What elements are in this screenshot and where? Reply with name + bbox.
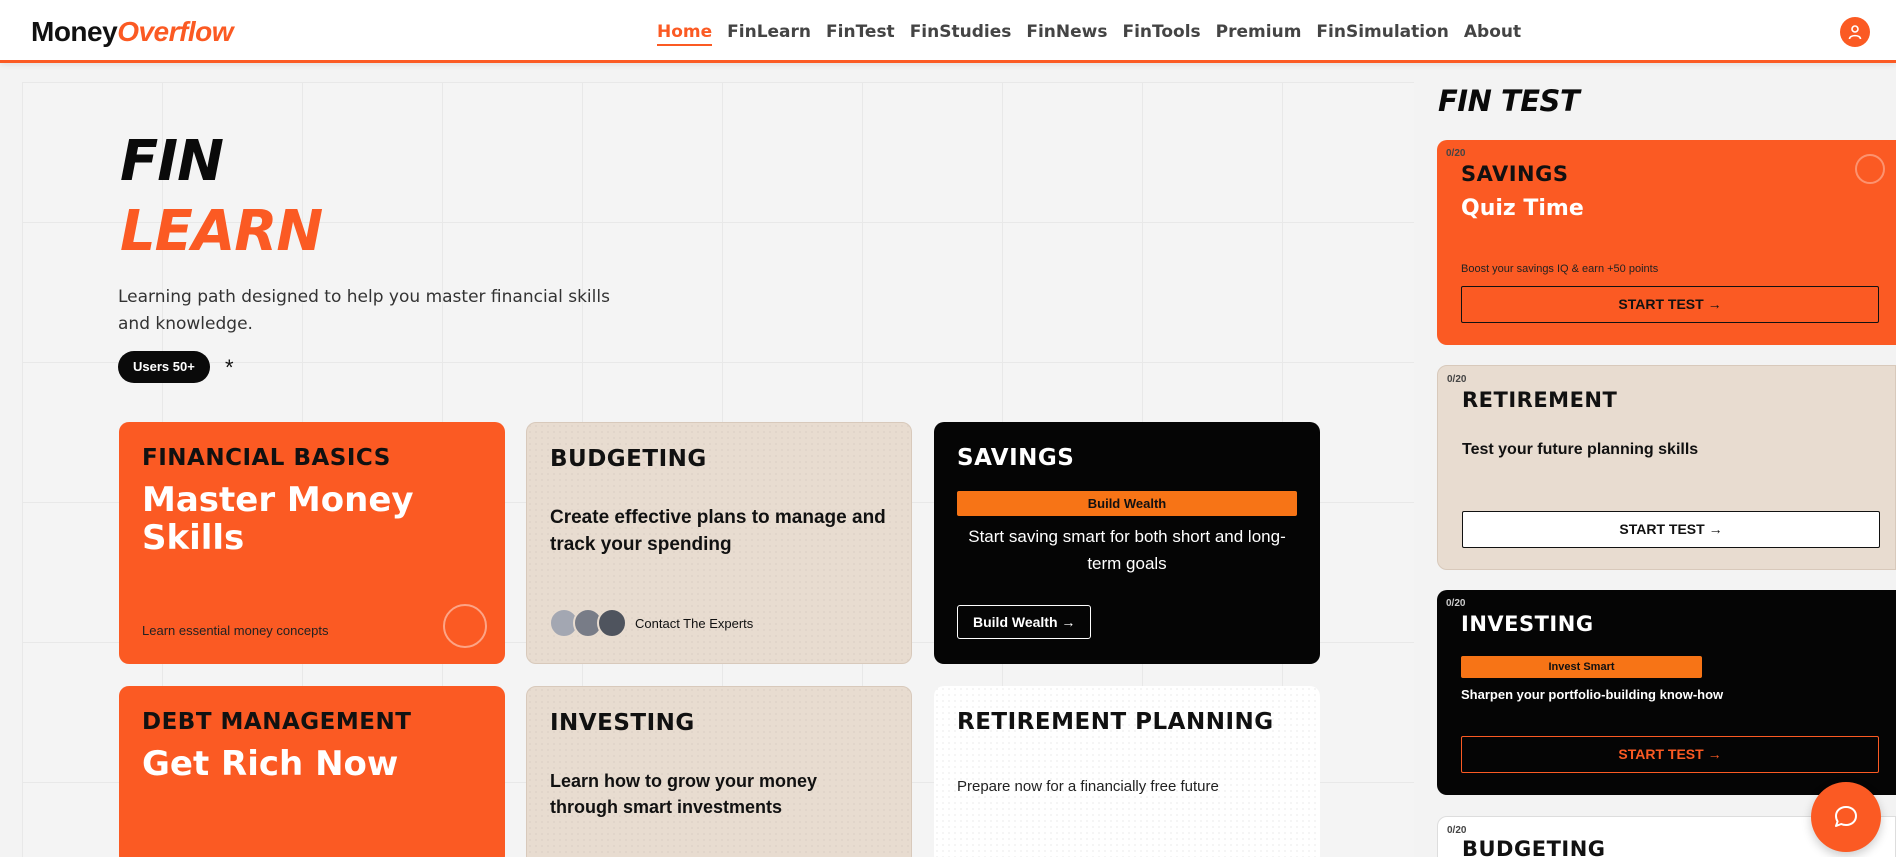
nav-finsimulation[interactable]: FinSimulation — [1316, 22, 1448, 46]
test-card-heading: SAVINGS — [1461, 162, 1569, 186]
card-description: Create effective plans to manage and tra… — [550, 507, 886, 556]
chat-button[interactable] — [1811, 782, 1881, 852]
decorative-ring-icon — [1855, 154, 1885, 184]
start-test-button[interactable]: START TEST → — [1461, 286, 1879, 323]
card-heading: INVESTING — [550, 710, 695, 736]
card-heading: RETIREMENT PLANNING — [957, 709, 1274, 735]
card-financial-basics[interactable]: FINANCIAL BASICS Master Money Skills Lea… — [119, 422, 505, 664]
test-card-savings[interactable]: 0/20 SAVINGS Quiz Time Boost your saving… — [1437, 140, 1896, 345]
card-savings[interactable]: SAVINGS Build Wealth Start saving smart … — [934, 422, 1320, 664]
asterisk-mark: * — [225, 355, 234, 380]
card-debt-management[interactable]: DEBT MANAGEMENT Get Rich Now — [119, 686, 505, 857]
contact-experts-link[interactable]: Contact The Experts — [635, 616, 753, 631]
card-investing[interactable]: INVESTING Learn how to grow your money t… — [526, 686, 912, 857]
start-test-button[interactable]: START TEST → — [1461, 736, 1879, 773]
nav-fintest[interactable]: FinTest — [826, 22, 895, 46]
progress-count: 0/20 — [1446, 148, 1466, 159]
test-card-subtitle: Test your future planning skills — [1462, 441, 1699, 458]
card-description: Learn how to grow your money through sma… — [550, 771, 818, 818]
nav-fintools[interactable]: FinTools — [1122, 22, 1200, 46]
user-profile-button[interactable] — [1840, 17, 1870, 47]
fin-test-title: FIN TEST — [1438, 84, 1580, 118]
decorative-ring-icon — [443, 604, 487, 648]
nav-finstudies[interactable]: FinStudies — [910, 22, 1012, 46]
card-description: Learn essential money concepts — [142, 623, 329, 638]
test-card-investing[interactable]: 0/20 INVESTING Invest Smart Sharpen your… — [1437, 590, 1896, 795]
start-test-button[interactable]: START TEST → — [1462, 511, 1880, 548]
nav-finlearn[interactable]: FinLearn — [727, 22, 811, 46]
invest-smart-badge: Invest Smart — [1461, 656, 1702, 678]
page-title-learn: LEARN — [120, 199, 323, 264]
card-heading: DEBT MANAGEMENT — [142, 709, 412, 735]
card-tagline: Get Rich Now — [142, 744, 399, 785]
top-header: MoneyOverflow Home FinLearn FinTest FinS… — [0, 0, 1896, 63]
test-card-description: Boost your savings IQ & earn +50 points — [1461, 263, 1659, 275]
chat-bubble-icon — [1835, 806, 1857, 827]
logo-text-money: Money — [31, 16, 118, 47]
progress-count: 0/20 — [1447, 825, 1467, 836]
card-heading: FINANCIAL BASICS — [142, 445, 391, 471]
card-tagline: Master Money Skills — [142, 480, 414, 559]
test-card-heading: RETIREMENT — [1462, 388, 1618, 412]
progress-count: 0/20 — [1447, 374, 1467, 385]
test-card-subtitle: Sharpen your portfolio-building know-how — [1461, 687, 1724, 702]
main-nav: Home FinLearn FinTest FinStudies FinNews… — [657, 22, 1536, 46]
logo-text-overflow: Overflow — [117, 16, 233, 47]
experts-row[interactable]: Contact The Experts — [549, 608, 753, 638]
card-description: Start saving smart for both short and lo… — [968, 527, 1286, 574]
build-wealth-badge: Build Wealth — [957, 491, 1297, 517]
card-retirement-planning[interactable]: RETIREMENT PLANNING Prepare now for a fi… — [934, 686, 1320, 857]
build-wealth-button[interactable]: Build Wealth → — [957, 605, 1092, 639]
expert-avatar — [597, 608, 627, 638]
logo[interactable]: MoneyOverflow — [31, 16, 233, 48]
test-card-subtitle: Quiz Time — [1461, 196, 1584, 221]
nav-about[interactable]: About — [1464, 22, 1521, 46]
card-description: Prepare now for a financially free futur… — [957, 778, 1219, 796]
test-card-retirement[interactable]: 0/20 RETIREMENT Test your future plannin… — [1437, 365, 1896, 570]
nav-home[interactable]: Home — [657, 22, 713, 46]
user-icon — [1848, 25, 1862, 40]
progress-count: 0/20 — [1446, 598, 1466, 609]
page-title-fin: FIN — [120, 129, 224, 194]
card-heading: BUDGETING — [550, 446, 707, 472]
card-heading: SAVINGS — [957, 445, 1075, 471]
card-budgeting[interactable]: BUDGETING Create effective plans to mana… — [526, 422, 912, 664]
nav-finnews[interactable]: FinNews — [1026, 22, 1107, 46]
test-card-heading: INVESTING — [1461, 612, 1594, 636]
page-subtitle: Learning path designed to help you maste… — [118, 287, 610, 334]
users-badge: Users 50+ — [118, 351, 210, 383]
nav-premium[interactable]: Premium — [1216, 22, 1302, 46]
